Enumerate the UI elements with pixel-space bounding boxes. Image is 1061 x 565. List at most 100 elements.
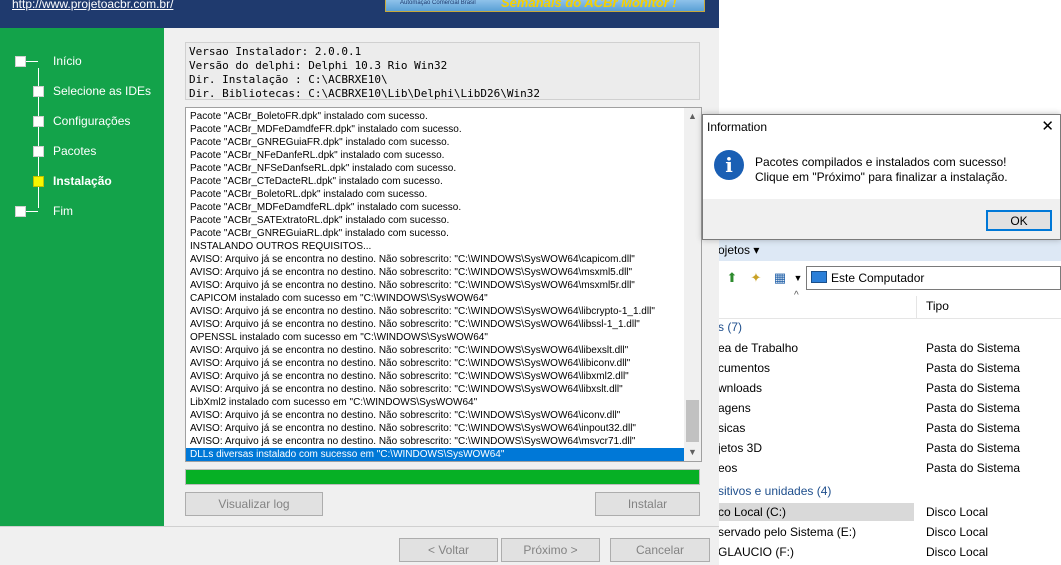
log-line[interactable]: LibXml2 instalado com sucesso em "C:\WIN… bbox=[186, 396, 684, 409]
new-folder-icon[interactable]: ✦ bbox=[748, 270, 764, 286]
up-arrow-icon[interactable]: ⬆ bbox=[724, 270, 740, 286]
information-dialog: Information ✕ i Pacotes compilados e ins… bbox=[702, 114, 1061, 240]
drive-name: servado pelo Sistema (E:) bbox=[718, 525, 857, 539]
log-line[interactable]: INSTALANDO OUTROS REQUISITOS... bbox=[186, 240, 684, 253]
next-button[interactable]: Próximo > bbox=[501, 538, 600, 562]
dialog-footer: OK bbox=[703, 199, 1060, 239]
log-line[interactable]: CAPICOM instalado com sucesso em "C:\WIN… bbox=[186, 292, 684, 305]
dialog-message-line2: Clique em "Próximo" para finalizar a ins… bbox=[755, 170, 1008, 184]
log-line[interactable]: AVISO: Arquivo já se encontra no destino… bbox=[186, 344, 684, 357]
dialog-title: Information bbox=[707, 120, 768, 134]
folder-name: sicas bbox=[718, 421, 746, 435]
log-line[interactable]: Pacote "ACBr_CTeDacteRL.dpk" instalado c… bbox=[186, 175, 684, 188]
column-separator[interactable] bbox=[916, 296, 917, 318]
install-log-list[interactable]: Pacote "ACBr_BoletoFR.dpk" instalado com… bbox=[185, 107, 702, 462]
cancel-button[interactable]: Cancelar bbox=[610, 538, 710, 562]
wizard-steps-panel: Início Selecione as IDEs Configurações Paco… bbox=[0, 28, 164, 526]
folder-row[interactable]: agens Pasta do Sistema bbox=[718, 398, 1061, 418]
log-line[interactable]: AVISO: Arquivo já se encontra no destino… bbox=[186, 370, 684, 383]
wizard-step: Fim bbox=[0, 202, 164, 220]
drive-row[interactable]: servado pelo Sistema (E:) Disco Local bbox=[718, 522, 1061, 542]
log-line[interactable]: Pacote "ACBr_NFSeDanfseRL.dpk" instalado… bbox=[186, 162, 684, 175]
log-line[interactable]: DLLs diversas instalado com sucesso em "… bbox=[186, 448, 684, 461]
step-label: Instalação bbox=[53, 174, 112, 188]
drive-type: Disco Local bbox=[926, 525, 989, 539]
log-line[interactable]: AVISO: Arquivo já se encontra no destino… bbox=[186, 422, 684, 435]
log-line[interactable]: Pacote "ACBr_BoletoFR.dpk" instalado com… bbox=[186, 110, 684, 123]
step-label: Selecione as IDEs bbox=[53, 84, 152, 98]
step-connector bbox=[26, 211, 38, 212]
explorer-toolbar[interactable]: ojetos ▾ bbox=[718, 239, 1061, 261]
drive-row[interactable]: co Local (C:) Disco Local bbox=[718, 502, 1061, 522]
install-info-box: Versao Instalador: 2.0.0.1 Versão do del… bbox=[185, 42, 700, 100]
folder-row[interactable]: wnloads Pasta do Sistema bbox=[718, 378, 1061, 398]
log-line[interactable]: Pacote "ACBr_MDFeDamdfeFR.dpk" instalado… bbox=[186, 123, 684, 136]
drive-type: Disco Local bbox=[926, 505, 989, 519]
log-line[interactable]: Pacote "ACBr_GNREGuiaFR.dpk" instalado c… bbox=[186, 136, 684, 149]
log-line[interactable]: Pacote "ACBr_GNREGuiaRL.dpk" instalado c… bbox=[186, 227, 684, 240]
folder-name: cumentos bbox=[718, 361, 771, 375]
drive-row[interactable]: GLAUCIO (F:) Disco Local bbox=[718, 542, 1061, 562]
folder-name: jetos 3D bbox=[718, 441, 763, 455]
address-text: Este Computador bbox=[831, 271, 925, 285]
close-icon[interactable]: ✕ bbox=[1041, 117, 1054, 135]
folder-type: Pasta do Sistema bbox=[926, 401, 1021, 415]
scroll-down-icon[interactable]: ▼ bbox=[684, 444, 701, 461]
dialog-message-line1: Pacotes compilados e instalados com suce… bbox=[755, 155, 1007, 169]
log-line[interactable]: OPENSSL instalado com sucesso em "C:\WIN… bbox=[186, 331, 684, 344]
log-line[interactable]: AVISO: Arquivo já se encontra no destino… bbox=[186, 266, 684, 279]
log-line[interactable]: AVISO: Arquivo já se encontra no destino… bbox=[186, 357, 684, 370]
wizard-step: Início bbox=[0, 52, 164, 70]
view-grid-icon[interactable]: ▦ bbox=[772, 270, 788, 286]
wizard-step: Pacotes bbox=[0, 142, 164, 160]
log-scrollbar[interactable]: ▲ ▼ bbox=[684, 108, 701, 461]
log-line[interactable]: AVISO: Arquivo já se encontra no destino… bbox=[186, 409, 684, 422]
step-label: Configurações bbox=[53, 114, 131, 128]
install-button[interactable]: Instalar bbox=[595, 492, 700, 516]
step-marker bbox=[33, 86, 44, 97]
banner-logo-text: Semanais do ACBr Monitor ! bbox=[501, 0, 677, 10]
log-line[interactable]: AVISO: Arquivo já se encontra no destino… bbox=[186, 253, 684, 266]
delphi-version: Versão do delphi: Delphi 10.3 Rio Win32 bbox=[189, 59, 448, 72]
scroll-up-icon[interactable]: ▲ bbox=[684, 108, 701, 125]
folder-row[interactable]: sicas Pasta do Sistema bbox=[718, 418, 1061, 438]
chevron-down-icon[interactable]: ▼ bbox=[790, 270, 806, 286]
sort-arrow-icon: ^ bbox=[794, 290, 799, 301]
folder-row[interactable]: ea de Trabalho Pasta do Sistema bbox=[718, 338, 1061, 358]
address-bar[interactable]: Este Computador bbox=[806, 266, 1061, 290]
log-line[interactable]: Pacote "ACBr_NFeDanfeRL.dpk" instalado c… bbox=[186, 149, 684, 162]
wizard-step: Instalação bbox=[0, 172, 164, 190]
folder-row[interactable]: eos Pasta do Sistema bbox=[718, 458, 1061, 478]
column-type-header[interactable]: Tipo bbox=[926, 299, 949, 313]
step-marker bbox=[33, 116, 44, 127]
log-line[interactable]: Pacote "ACBr_BoletoRL.dpk" instalado com… bbox=[186, 188, 684, 201]
objects-menu[interactable]: ojetos ▾ bbox=[718, 243, 759, 257]
log-line[interactable]: AVISO: Arquivo já se encontra no destino… bbox=[186, 318, 684, 331]
drives-group-header[interactable]: sitivos e unidades (4) bbox=[718, 484, 831, 498]
scroll-thumb[interactable] bbox=[686, 400, 699, 442]
website-link[interactable]: http://www.projetoacbr.com.br/ bbox=[12, 0, 173, 11]
step-marker bbox=[15, 56, 26, 67]
wizard-step: Selecione as IDEs bbox=[0, 82, 164, 100]
log-line[interactable]: Pacote "ACBr_MDFeDamdfeRL.dpk" instalado… bbox=[186, 201, 684, 214]
view-log-button[interactable]: Visualizar log bbox=[185, 492, 323, 516]
info-icon: i bbox=[714, 150, 744, 180]
step-label: Fim bbox=[53, 204, 73, 218]
step-marker bbox=[15, 206, 26, 217]
log-line[interactable]: AVISO: Arquivo já se encontra no destino… bbox=[186, 279, 684, 292]
log-line[interactable]: AVISO: Arquivo já se encontra no destino… bbox=[186, 305, 684, 318]
log-line[interactable]: Pacote "ACBr_SATExtratoRL.dpk" instalado… bbox=[186, 214, 684, 227]
drive-name: GLAUCIO (F:) bbox=[718, 545, 795, 559]
install-progress-bar bbox=[185, 469, 700, 485]
folder-row[interactable]: cumentos Pasta do Sistema bbox=[718, 358, 1061, 378]
banner-logo: Automação Comercial Brasil Semanais do A… bbox=[385, 0, 705, 12]
folder-name: agens bbox=[718, 401, 751, 415]
folders-group-header[interactable]: s (7) bbox=[718, 320, 742, 334]
back-button[interactable]: < Voltar bbox=[399, 538, 498, 562]
ok-button[interactable]: OK bbox=[986, 210, 1052, 231]
folder-type: Pasta do Sistema bbox=[926, 461, 1021, 475]
folder-row[interactable]: jetos 3D Pasta do Sistema bbox=[718, 438, 1061, 458]
log-line[interactable]: AVISO: Arquivo já se encontra no destino… bbox=[186, 435, 684, 448]
folder-type: Pasta do Sistema bbox=[926, 441, 1021, 455]
log-line[interactable]: AVISO: Arquivo já se encontra no destino… bbox=[186, 383, 684, 396]
